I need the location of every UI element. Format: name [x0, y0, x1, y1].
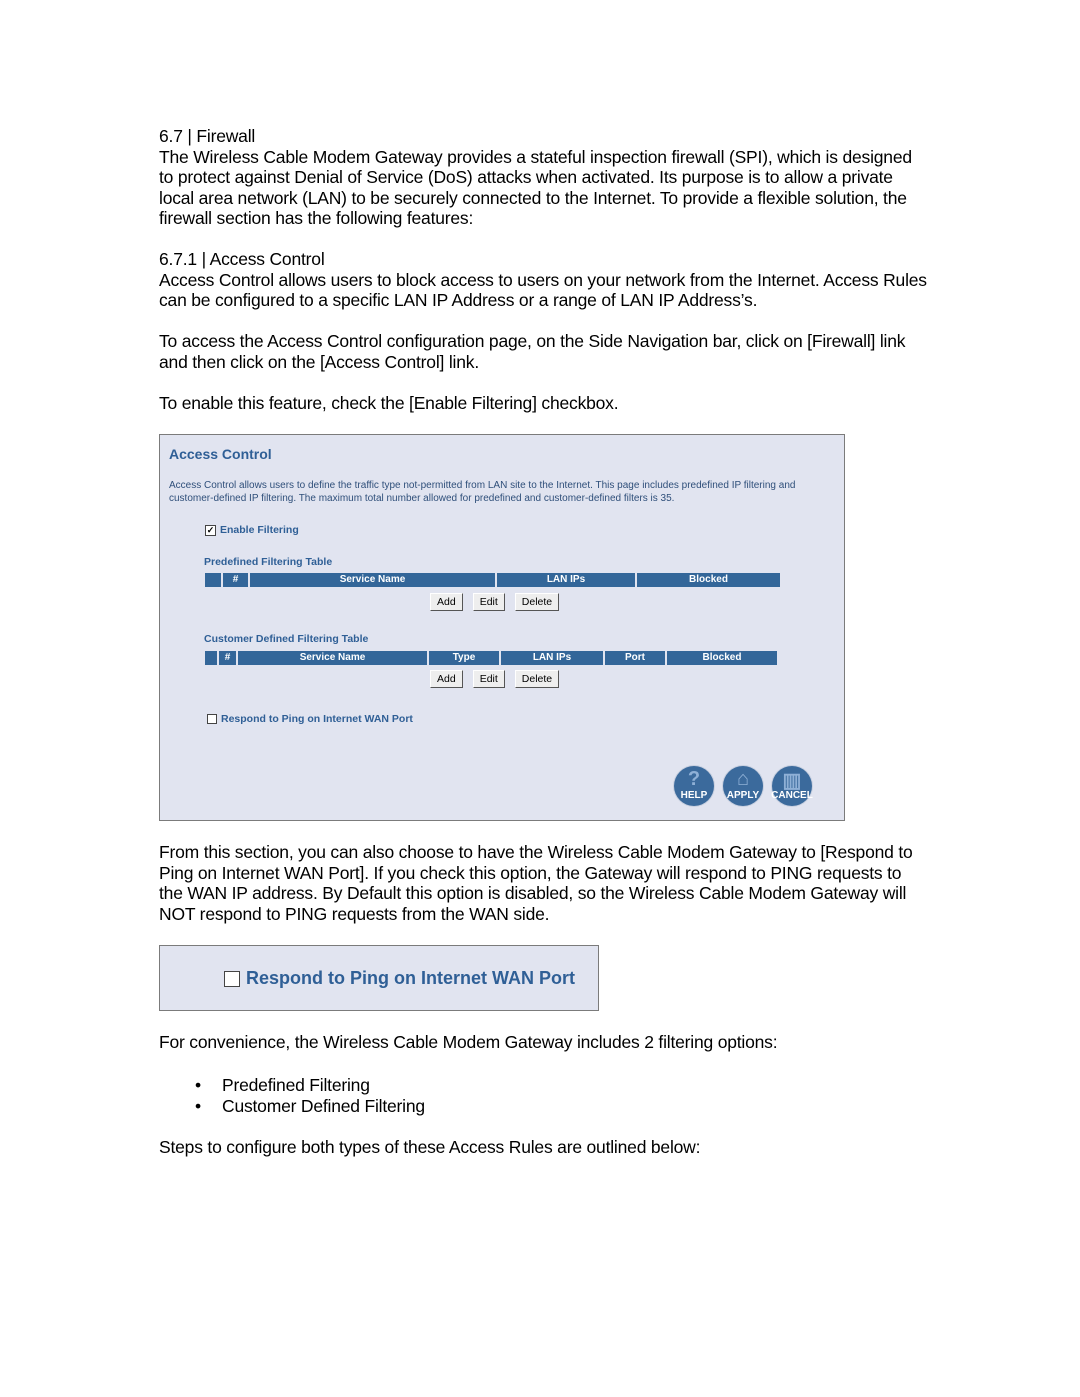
subsection-heading: 6.7.1 | Access Control: [159, 249, 325, 269]
help-button[interactable]: ? HELP: [674, 766, 714, 806]
column-header-select: [205, 651, 217, 665]
respond-ping-snippet-row[interactable]: Respond to Ping on Internet WAN Port: [224, 968, 575, 989]
respond-ping-screenshot: Respond to Ping on Internet WAN Port: [159, 945, 599, 1011]
column-header-select: [205, 573, 221, 587]
customer-edit-button[interactable]: Edit: [472, 670, 505, 688]
predefined-table-title: Predefined Filtering Table: [204, 556, 333, 568]
column-header-type: Type: [429, 651, 499, 665]
apply-icon: ⌂: [736, 768, 750, 790]
column-header-lan-ips: LAN IPs: [497, 573, 635, 587]
predefined-table-header: # Service Name LAN IPs Blocked: [205, 573, 780, 587]
respond-ping-checkbox[interactable]: [207, 714, 217, 724]
ping-section: From this section, you can also choose t…: [159, 842, 929, 924]
trash-icon: ▥: [782, 770, 802, 792]
customer-add-button[interactable]: Add: [430, 670, 463, 688]
column-header-service-name: Service Name: [250, 573, 495, 587]
cancel-button[interactable]: ▥ CANCEL: [771, 766, 813, 806]
bullet-icon: •: [195, 1074, 201, 1095]
bullet-icon: •: [195, 1095, 201, 1116]
options-section: For convenience, the Wireless Cable Mode…: [159, 1032, 929, 1157]
access-control-screenshot: Access Control Access Control allows use…: [159, 434, 845, 821]
subsection-para-2: To access the Access Control configurati…: [159, 331, 906, 372]
ping-paragraph: From this section, you can also choose t…: [159, 842, 913, 924]
column-header-lan-ips: LAN IPs: [501, 651, 603, 665]
action-buttons: ? HELP ⌂ APPLY ▥ CANCEL: [674, 766, 813, 806]
options-list: • Predefined Filtering • Customer Defined …: [159, 1075, 929, 1117]
section-heading: 6.7 | Firewall: [159, 126, 256, 146]
apply-button[interactable]: ⌂ APPLY: [723, 766, 763, 806]
column-header-blocked: Blocked: [667, 651, 777, 665]
customer-table-header: # Service Name Type LAN IPs Port Blocked: [205, 651, 777, 665]
subsection-para-1: Access Control allows users to block acc…: [159, 269, 927, 311]
access-control-title: Access Control: [169, 446, 272, 462]
enable-filtering-row[interactable]: ✓ Enable Filtering: [205, 524, 299, 536]
predefined-table-actions: Add Edit Delete: [430, 593, 560, 611]
list-item: • Predefined Filtering: [195, 1074, 370, 1095]
section-intro: The Wireless Cable Modem Gateway provide…: [159, 146, 912, 229]
list-item: • Customer Defined Filtering: [195, 1095, 425, 1116]
column-header-number: #: [223, 573, 248, 587]
customer-table-actions: Add Edit Delete: [430, 670, 560, 688]
respond-ping-row[interactable]: Respond to Ping on Internet WAN Port: [207, 713, 413, 725]
apply-button-label: APPLY: [726, 790, 760, 801]
column-header-port: Port: [605, 651, 665, 665]
customer-table-title: Customer Defined Filtering Table: [204, 633, 369, 645]
column-header-service-name: Service Name: [238, 651, 427, 665]
customer-delete-button[interactable]: Delete: [514, 670, 560, 688]
predefined-add-button[interactable]: Add: [430, 593, 463, 611]
question-icon: ?: [687, 768, 701, 790]
options-intro: For convenience, the Wireless Cable Mode…: [159, 1032, 778, 1052]
access-control-description: Access Control allows users to define th…: [169, 480, 796, 504]
enable-filtering-checkbox[interactable]: ✓: [205, 524, 216, 536]
predefined-delete-button[interactable]: Delete: [514, 593, 560, 611]
subsection-para-3: To enable this feature, check the [Enabl…: [159, 392, 619, 413]
respond-ping-label: Respond to Ping on Internet WAN Port: [221, 713, 413, 725]
options-outro: Steps to configure both types of these A…: [159, 1136, 701, 1157]
document-body: 6.7 | Firewall The Wireless Cable Modem …: [159, 126, 929, 413]
respond-ping-snippet-checkbox[interactable]: [224, 970, 240, 987]
enable-filtering-label: Enable Filtering: [220, 524, 299, 536]
column-header-blocked: Blocked: [637, 573, 780, 587]
respond-ping-snippet-label: Respond to Ping on Internet WAN Port: [246, 968, 575, 988]
help-button-label: HELP: [680, 790, 708, 801]
predefined-edit-button[interactable]: Edit: [472, 593, 505, 611]
column-header-number: #: [219, 651, 236, 665]
